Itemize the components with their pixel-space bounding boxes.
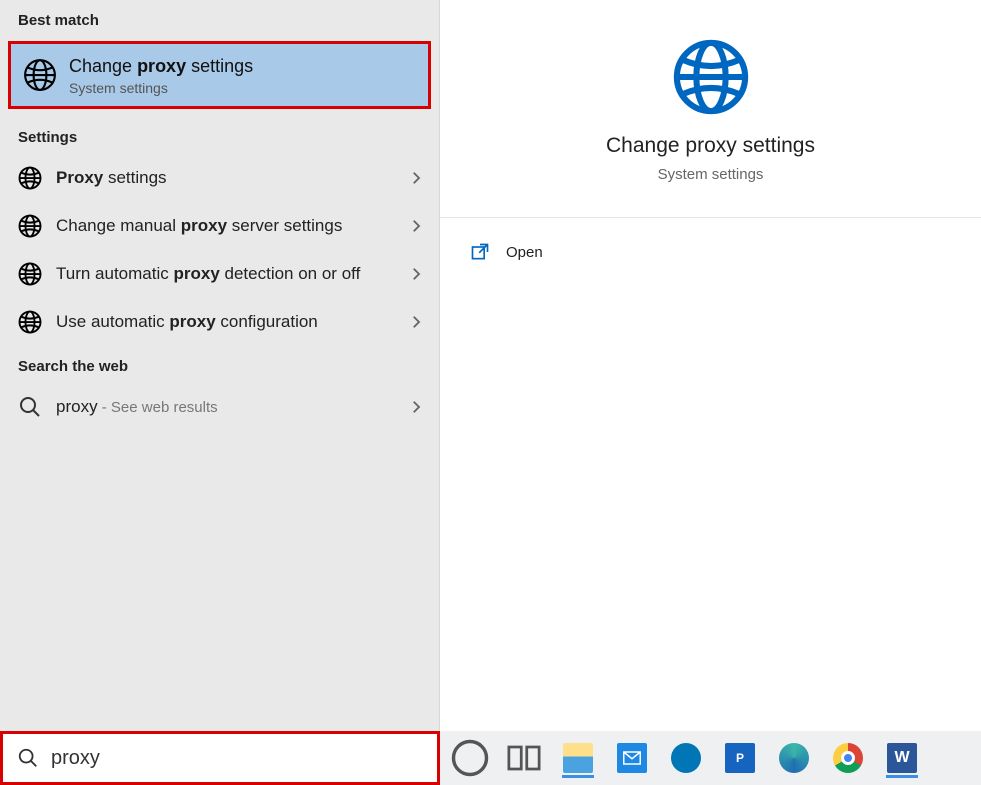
preview-card: Change proxy settings System settings: [440, 0, 981, 218]
settings-item[interactable]: Change manual proxy server settings: [0, 202, 439, 250]
taskbar-powerpoint[interactable]: P: [718, 738, 762, 778]
taskbar-file-explorer[interactable]: [556, 738, 600, 778]
settings-item[interactable]: Turn automatic proxy detection on or off: [0, 250, 439, 298]
chevron-right-icon: [407, 169, 425, 187]
taskbar: PW: [440, 731, 981, 785]
open-label: Open: [506, 244, 543, 261]
taskbar-dell[interactable]: [664, 738, 708, 778]
taskbar-task-view[interactable]: [502, 738, 546, 778]
section-header-settings: Settings: [0, 117, 439, 154]
preview-title: Change proxy settings: [606, 134, 815, 158]
chevron-right-icon: [407, 398, 425, 416]
open-icon: [470, 242, 490, 262]
globe-icon: [672, 38, 750, 116]
open-button[interactable]: Open: [440, 218, 981, 286]
taskbar-cortana[interactable]: [448, 738, 492, 778]
settings-item-label: Turn automatic proxy detection on or off: [56, 263, 407, 286]
settings-item-label: Proxy settings: [56, 167, 407, 190]
taskbar-google-chrome[interactable]: [826, 738, 870, 778]
globe-icon: [18, 310, 42, 334]
settings-list: Proxy settings Change manual proxy server…: [0, 154, 439, 346]
settings-item[interactable]: Use automatic proxy configuration: [0, 298, 439, 346]
search-input[interactable]: [51, 734, 437, 782]
globe-icon: [18, 262, 42, 286]
settings-item-label: Use automatic proxy configuration: [56, 311, 407, 334]
globe-icon: [18, 166, 42, 190]
globe-icon: [23, 58, 57, 92]
taskbar-mail[interactable]: [610, 738, 654, 778]
chevron-right-icon: [407, 265, 425, 283]
section-header-best-match: Best match: [0, 0, 439, 37]
search-results-pane: Best match Change proxy settings System …: [0, 0, 440, 731]
best-match-title: Change proxy settings: [69, 54, 253, 78]
settings-item-label: Change manual proxy server settings: [56, 215, 407, 238]
settings-item[interactable]: Proxy settings: [0, 154, 439, 202]
chevron-right-icon: [407, 217, 425, 235]
search-icon: [18, 395, 42, 419]
web-search-label: proxy - See web results: [56, 396, 407, 419]
search-icon: [17, 747, 39, 769]
best-match-subtitle: System settings: [69, 80, 253, 96]
section-header-web: Search the web: [0, 346, 439, 383]
web-search-item[interactable]: proxy - See web results: [0, 383, 439, 431]
taskbar-microsoft-edge[interactable]: [772, 738, 816, 778]
preview-subtitle: System settings: [658, 166, 764, 183]
globe-icon: [18, 214, 42, 238]
chevron-right-icon: [407, 313, 425, 331]
preview-pane: Change proxy settings System settings Op…: [440, 0, 981, 731]
taskbar-microsoft-word[interactable]: W: [880, 738, 924, 778]
best-match-item[interactable]: Change proxy settings System settings: [8, 41, 431, 109]
search-box[interactable]: [0, 731, 440, 785]
